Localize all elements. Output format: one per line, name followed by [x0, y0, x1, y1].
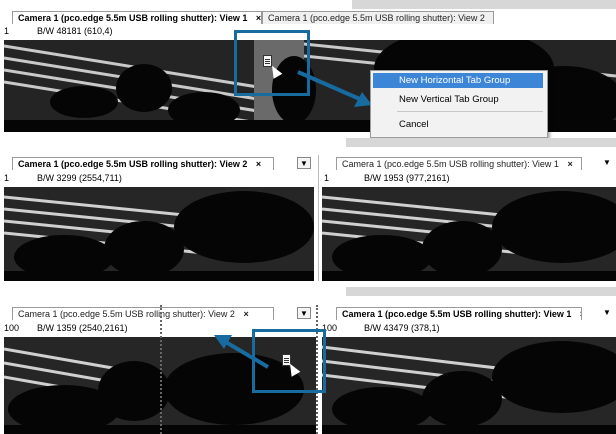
group-divider [318, 155, 319, 281]
close-icon[interactable]: × [256, 159, 261, 169]
tab-label: Camera 1 (pco.edge 5.5m USB rolling shut… [342, 159, 559, 169]
tab-bar-right: Camera 1 (pco.edge 5.5m USB rolling shut… [336, 156, 582, 170]
separator-strip [346, 287, 616, 296]
top-strip [352, 0, 616, 9]
camera-image-right[interactable] [322, 337, 616, 434]
tab-view1[interactable]: Camera 1 (pco.edge 5.5m USB rolling shut… [336, 157, 582, 170]
tab-bar: Camera 1 (pco.edge 5.5m USB rolling shut… [12, 10, 494, 24]
separator-strip [346, 138, 616, 147]
tab-label: Camera 1 (pco.edge 5.5m USB rolling shut… [18, 309, 235, 319]
pixel-value: B/W 43479 (378,1) [364, 323, 440, 333]
context-menu: New Horizontal Tab Group New Vertical Ta… [370, 70, 548, 138]
zoom-value: 1 [4, 173, 10, 183]
menu-separator [397, 111, 543, 112]
zoom-value: 100 [4, 323, 20, 333]
tab-bar-right: Camera 1 (pco.edge 5.5m USB rolling shut… [336, 306, 582, 320]
pixel-info-right: 1 B/W 1953 (977,2161) [324, 173, 614, 183]
panel-drag-between-groups: Camera 1 (pco.edge 5.5m USB rolling shut… [0, 303, 616, 434]
tab-view2[interactable]: Camera 1 (pco.edge 5.5m USB rolling shut… [262, 11, 494, 24]
tab-dropdown-button[interactable]: ▼ [600, 157, 614, 169]
tab-dropdown-button[interactable]: ▼ [297, 307, 311, 319]
tab-label: Camera 1 (pco.edge 5.5m USB rolling shut… [18, 13, 248, 23]
tab-view2[interactable]: Camera 1 (pco.edge 5.5m USB rolling shut… [12, 157, 274, 170]
tab-bar-left: Camera 1 (pco.edge 5.5m USB rolling shut… [12, 156, 274, 170]
tab-dropdown-button[interactable]: ▼ [297, 157, 311, 169]
zoom-value: 1 [324, 173, 330, 183]
tab-bar-left: Camera 1 (pco.edge 5.5m USB rolling shut… [12, 306, 274, 320]
tab-dropdown-button[interactable]: ▼ [600, 307, 614, 319]
close-icon[interactable]: × [243, 309, 248, 319]
drag-split-indicator [160, 305, 162, 434]
camera-image-right[interactable] [322, 187, 616, 281]
image-scene [322, 187, 616, 281]
pixel-value: B/W 3299 (2554,711) [37, 173, 122, 183]
tab-label: Camera 1 (pco.edge 5.5m USB rolling shut… [18, 159, 248, 169]
close-icon[interactable]: × [567, 159, 572, 169]
image-scene [4, 187, 314, 281]
menu-cancel[interactable]: Cancel [373, 117, 543, 132]
menu-new-vertical-tab-group[interactable]: New Vertical Tab Group [373, 92, 543, 107]
pixel-info-right: 100 B/W 43479 (378,1) [322, 323, 614, 333]
pixel-value: B/W 1953 (977,2161) [364, 173, 450, 183]
zoom-value: 1 [4, 26, 10, 36]
pixel-info-left: 1 B/W 3299 (2554,711) [4, 173, 304, 183]
arrow-icon [297, 70, 372, 107]
tab-view1[interactable]: Camera 1 (pco.edge 5.5m USB rolling shut… [12, 11, 262, 24]
image-scene [322, 337, 616, 434]
tab-view2[interactable]: Camera 1 (pco.edge 5.5m USB rolling shut… [12, 307, 274, 320]
tab-label: Camera 1 (pco.edge 5.5m USB rolling shut… [268, 13, 485, 23]
panel-vertical-groups: Camera 1 (pco.edge 5.5m USB rolling shut… [0, 153, 616, 281]
pixel-value: B/W 1359 (2540,2161) [37, 323, 128, 333]
close-icon[interactable]: × [580, 309, 581, 319]
close-icon[interactable]: × [256, 13, 261, 23]
arrow-icon [214, 335, 270, 369]
tab-view1[interactable]: Camera 1 (pco.edge 5.5m USB rolling shut… [336, 307, 582, 320]
tab-label: Camera 1 (pco.edge 5.5m USB rolling shut… [342, 309, 572, 319]
menu-new-horizontal-tab-group[interactable]: New Horizontal Tab Group [373, 73, 543, 88]
camera-image-left[interactable] [4, 187, 314, 281]
pixel-value: B/W 48181 (610,4) [37, 26, 113, 36]
panel-single-view: Camera 1 (pco.edge 5.5m USB rolling shut… [0, 0, 616, 138]
